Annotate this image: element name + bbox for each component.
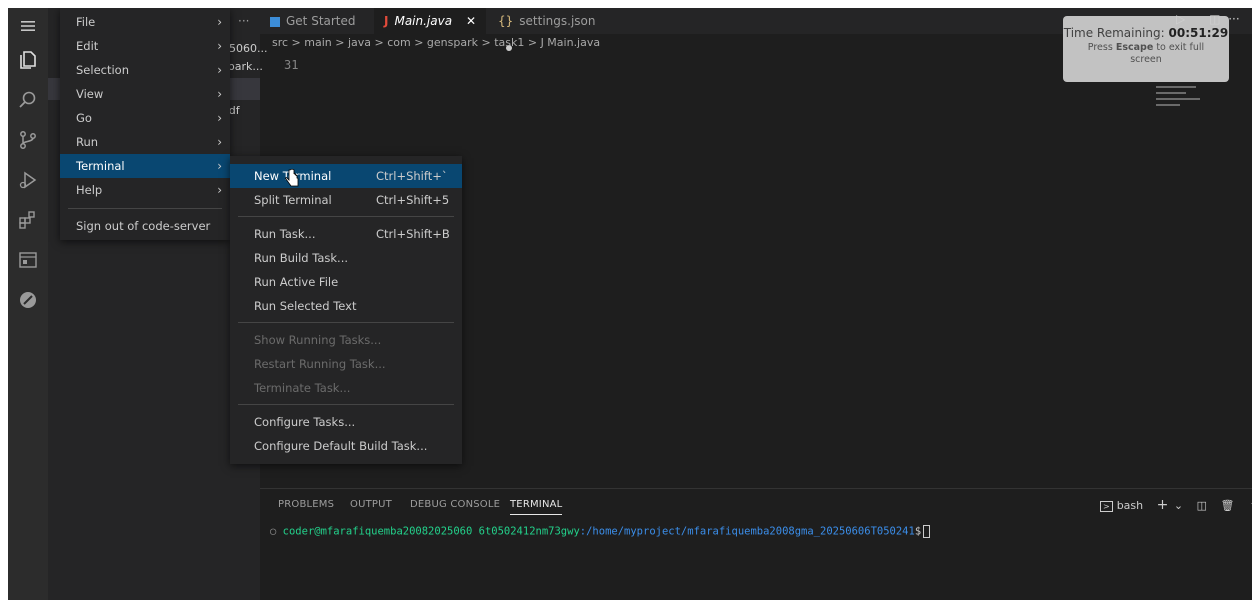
close-icon[interactable]: ✕ — [466, 8, 476, 34]
bottom-panel: PROBLEMS OUTPUT DEBUG CONSOLE TERMINAL >… — [260, 488, 1252, 600]
chevron-right-icon: › — [217, 15, 222, 29]
keybinding: Ctrl+Shift+5 — [376, 193, 450, 207]
tab-label: Get Started — [286, 14, 356, 28]
menu-view[interactable]: View › — [60, 82, 230, 106]
menu-label: Run Task... — [254, 227, 316, 241]
menu-file[interactable]: File › — [60, 10, 230, 34]
line-number: 31 — [284, 58, 299, 72]
menu-run-selected-text[interactable]: Run Selected Text — [230, 294, 462, 318]
remote-explorer-icon[interactable] — [16, 248, 40, 272]
menu-label: Selection — [76, 63, 129, 77]
menu-divider — [68, 208, 222, 209]
menu-help[interactable]: Help › — [60, 178, 230, 202]
tab-main-java[interactable]: J Main.java ✕ — [374, 8, 486, 34]
activity-bar — [8, 8, 48, 600]
menu-new-terminal[interactable]: New Terminal Ctrl+Shift+` — [230, 164, 462, 188]
menu-edit[interactable]: Edit › — [60, 34, 230, 58]
menu-configure-default-build-task[interactable]: Configure Default Build Task... — [230, 434, 462, 458]
menu-label: View — [76, 87, 104, 101]
menu-icon[interactable] — [16, 14, 40, 38]
settings-icon[interactable] — [16, 288, 40, 312]
tab-problems[interactable]: PROBLEMS — [278, 499, 334, 510]
menu-label: Run — [76, 135, 99, 149]
prompt-symbol: $ — [914, 525, 922, 538]
chevron-right-icon: › — [217, 63, 222, 77]
keybinding: Ctrl+Shift+` — [376, 169, 448, 183]
menu-terminate-task: Terminate Task... — [254, 381, 351, 395]
chevron-right-icon: › — [217, 87, 222, 101]
minimap[interactable] — [1156, 82, 1206, 118]
tab-settings-json[interactable]: {} settings.json — [488, 8, 608, 51]
java-file-icon: J — [384, 14, 389, 28]
prompt-path: :/home/myproject/mfarafiquemba2008gma_20… — [579, 525, 915, 538]
chevron-right-icon: › — [217, 183, 222, 197]
tab-get-started[interactable]: Get Started — [260, 8, 370, 34]
terminal-submenu: New Terminal Ctrl+Shift+` Split Terminal C… — [230, 156, 462, 464]
add-terminal-icon[interactable]: + — [1157, 497, 1169, 513]
panel-actions: >bash + ⌄ ◫ 🗑 ^ ✕ — [1100, 497, 1252, 513]
chevron-right-icon: › — [217, 135, 222, 149]
menu-label: File — [76, 15, 96, 29]
menu-run-build-task[interactable]: Run Build Task... — [230, 246, 462, 270]
menu-divider — [238, 322, 454, 323]
json-file-icon: {} — [498, 14, 514, 28]
menu-show-running-tasks: Show Running Tasks... — [254, 333, 382, 347]
more-actions-icon[interactable]: ··· — [1228, 12, 1239, 26]
menu-sign-out[interactable]: Sign out of code-server — [60, 214, 230, 238]
tab-debug-console[interactable]: DEBUG CONSOLE — [410, 499, 500, 510]
menu-label: Split Terminal — [254, 193, 332, 207]
more-tabs-icon[interactable]: ··· — [228, 8, 258, 34]
status-dot-icon: ○ — [270, 525, 283, 538]
menu-configure-tasks[interactable]: Configure Tasks... — [230, 410, 462, 434]
hint-prefix: Press — [1087, 42, 1113, 53]
tab-label: settings.json — [519, 14, 596, 28]
hint-key: Escape — [1115, 42, 1154, 53]
menu-restart-running-task: Restart Running Task... — [254, 357, 386, 371]
menu-run-active-file[interactable]: Run Active File — [230, 270, 462, 294]
tab-label: Main.java — [394, 14, 453, 28]
menu-label: Edit — [76, 39, 99, 53]
menu-terminal[interactable]: Terminal › — [60, 154, 230, 178]
terminal-icon: > — [1100, 501, 1113, 512]
menu-label: Help — [76, 183, 103, 197]
source-control-icon[interactable] — [16, 128, 40, 152]
hand-cursor-icon — [285, 168, 299, 187]
menu-divider — [238, 404, 454, 405]
prompt-user: coder@mfarafiquemba20082025060 6t0502412… — [282, 525, 580, 538]
menu-split-terminal[interactable]: Split Terminal Ctrl+Shift+5 — [230, 188, 462, 212]
extensions-icon[interactable] — [16, 208, 40, 232]
run-debug-icon[interactable] — [16, 168, 40, 192]
application-menu: File › Edit › Selection › View › Go › Run › Te… — [60, 8, 230, 240]
shell-label[interactable]: bash — [1117, 499, 1143, 512]
menu-go[interactable]: Go › — [60, 106, 230, 130]
menu-selection[interactable]: Selection › — [60, 58, 230, 82]
menu-run[interactable]: Run › — [60, 130, 230, 154]
breadcrumb[interactable]: src > main > java > com > genspark > tas… — [272, 36, 600, 49]
chevron-right-icon: › — [217, 159, 222, 173]
timer-label: Time Remaining: — [1063, 26, 1165, 40]
menu-run-task[interactable]: Run Task... Ctrl+Shift+B — [230, 222, 462, 246]
terminal-cursor — [923, 525, 931, 538]
terminal-prompt[interactable]: ○ coder@mfarafiquemba20082025060 6t05024… — [270, 525, 931, 538]
chevron-down-icon[interactable]: ⌄ — [1174, 499, 1183, 512]
tab-terminal[interactable]: TERMINAL — [510, 499, 563, 515]
menu-divider — [238, 216, 454, 217]
chevron-right-icon: › — [217, 111, 222, 125]
split-terminal-icon[interactable]: ◫ — [1197, 499, 1207, 512]
tab-output[interactable]: OUTPUT — [350, 499, 392, 510]
timer-value: 00:51:29 — [1168, 26, 1229, 40]
chevron-right-icon: › — [217, 39, 222, 53]
time-remaining-overlay: Time Remaining: 00:51:29 Press Escape to… — [1063, 16, 1229, 82]
menu-label: Go — [76, 111, 92, 125]
search-icon[interactable] — [16, 88, 40, 112]
vscode-window: 25060... spark... odf ··· Get Started JM… — [8, 8, 1252, 600]
files-icon[interactable] — [16, 48, 40, 72]
keybinding: Ctrl+Shift+B — [376, 227, 450, 241]
menu-label: Terminal — [76, 159, 125, 173]
trash-icon[interactable]: 🗑 — [1221, 499, 1235, 512]
get-started-icon — [270, 16, 280, 27]
